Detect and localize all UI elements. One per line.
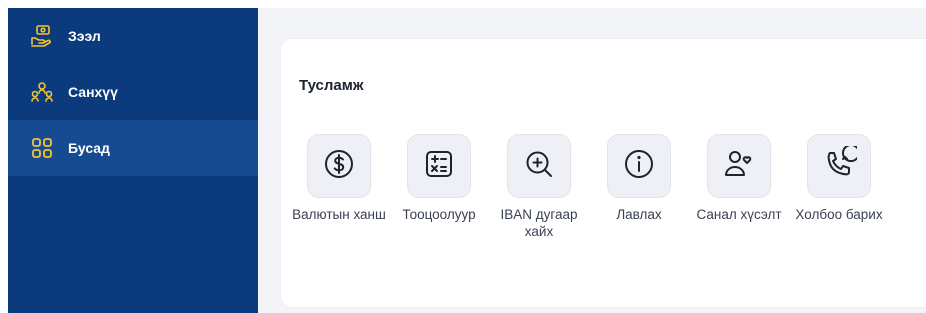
sidebar-item-label: Зээл [68, 28, 101, 44]
tile-calculator[interactable]: Тооцоолуур [389, 134, 489, 223]
tile-box[interactable] [507, 134, 571, 198]
tile-iban-search[interactable]: IBAN дугаар хайх [489, 134, 589, 240]
tile-currency-rate[interactable]: Валютын ханш [289, 134, 389, 223]
finance-group-icon [30, 80, 54, 104]
card-title: Тусламж [299, 77, 364, 94]
main-content: Тусламж Валютын ханш Тооцоолуур IBAN дуг… [258, 8, 926, 313]
tile-box[interactable] [807, 134, 871, 198]
phone-contact-icon [821, 143, 860, 187]
tile-contact[interactable]: Холбоо барих [789, 134, 889, 223]
sidebar-item-other[interactable]: Бусад [8, 120, 258, 176]
sidebar-item-loan[interactable]: Зээл [8, 8, 258, 64]
grid-apps-icon [30, 136, 54, 160]
tile-label: Валютын ханш [292, 207, 386, 222]
tile-box[interactable] [707, 134, 771, 198]
search-zoom-icon [521, 146, 557, 187]
calculator-icon [421, 146, 457, 187]
tile-label: Санал хүсэлт [696, 207, 782, 222]
tile-label: IBAN дугаар хайх [500, 207, 578, 239]
sidebar-item-label: Бусад [68, 140, 110, 156]
sidebar: Зээл Санхүү Бусад [8, 8, 258, 313]
tile-label: Лавлах [616, 207, 662, 222]
tile-box[interactable] [407, 134, 471, 198]
tile-box[interactable] [607, 134, 671, 198]
tile-feedback[interactable]: Санал хүсэлт [689, 134, 789, 223]
tile-box[interactable] [307, 134, 371, 198]
sidebar-item-finance[interactable]: Санхүү [8, 64, 258, 120]
loan-hand-icon [30, 24, 54, 48]
info-icon [621, 146, 657, 187]
sidebar-item-label: Санхүү [68, 84, 118, 100]
tile-label: Тооцоолуур [402, 207, 476, 222]
currency-dollar-icon [321, 146, 357, 187]
tile-label: Холбоо барих [795, 207, 883, 222]
feedback-user-heart-icon [721, 146, 757, 187]
help-card: Тусламж Валютын ханш Тооцоолуур IBAN дуг… [280, 38, 926, 308]
tile-directory[interactable]: Лавлах [589, 134, 689, 223]
